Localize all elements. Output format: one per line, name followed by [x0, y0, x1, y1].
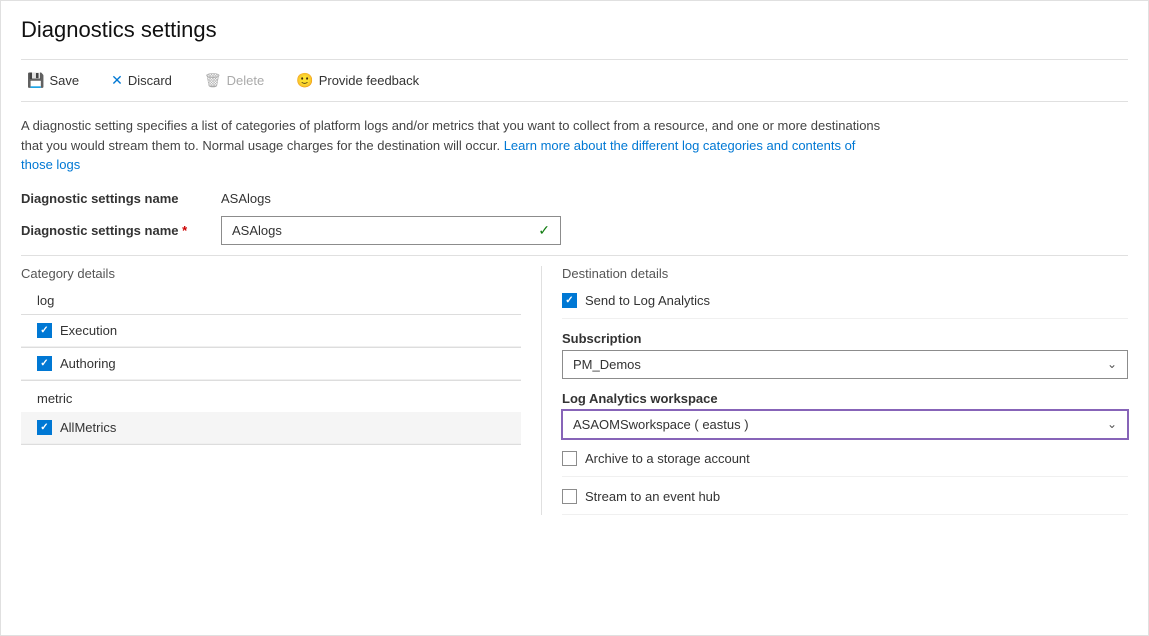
subscription-label: Subscription [562, 331, 1128, 346]
allmetrics-row: ✓ AllMetrics [21, 412, 521, 444]
authoring-check-mark: ✓ [40, 358, 48, 369]
log-analytics-workspace-label: Log Analytics workspace [562, 391, 1128, 406]
subscription-section: Subscription PM_Demos ⌄ [562, 331, 1128, 379]
name-input[interactable]: ASAlogs ✓ [221, 216, 561, 245]
workspace-dropdown-arrow: ⌄ [1107, 417, 1117, 431]
execution-checkbox[interactable]: ✓ [37, 323, 52, 338]
name-readonly-value: ASAlogs [221, 191, 271, 206]
allmetrics-label[interactable]: AllMetrics [60, 420, 116, 435]
delete-icon: 🗑 [204, 72, 222, 89]
name-input-label: Diagnostic settings name [21, 223, 221, 238]
save-label: Save [49, 73, 79, 88]
subscription-dropdown[interactable]: PM_Demos ⌄ [562, 350, 1128, 379]
log-analytics-workspace-section: Log Analytics workspace ASAOMSworkspace … [562, 391, 1128, 439]
category-details-header: Category details [21, 266, 521, 281]
destination-options: ✓ Send to Log Analytics Subscription PM_… [562, 293, 1128, 515]
description-text: A diagnostic setting specifies a list of… [21, 116, 881, 175]
authoring-label[interactable]: Authoring [60, 356, 116, 371]
delete-button[interactable]: 🗑 Delete [198, 68, 270, 93]
archive-to-storage-label[interactable]: Archive to a storage account [585, 451, 750, 466]
destination-details-section: Destination details ✓ Send to Log Analyt… [541, 266, 1128, 515]
valid-check-icon: ✓ [538, 222, 550, 239]
page-title: Diagnostics settings [21, 17, 1128, 43]
toolbar: 💾 Save ✕ Discard 🗑 Delete 🙂 Provide feed… [21, 59, 1128, 102]
allmetrics-check-mark: ✓ [40, 422, 48, 433]
save-button[interactable]: 💾 Save [21, 68, 85, 93]
archive-to-storage-checkbox[interactable] [562, 451, 577, 466]
name-readonly-label: Diagnostic settings name [21, 191, 221, 206]
log-analytics-workspace-value: ASAOMSworkspace ( eastus ) [573, 417, 749, 432]
metric-section-label: metric [37, 391, 521, 406]
feedback-label: Provide feedback [319, 73, 419, 88]
execution-row: ✓ Execution [21, 315, 521, 347]
feedback-icon: 🙂 [296, 72, 313, 89]
stream-to-event-hub-label[interactable]: Stream to an event hub [585, 489, 720, 504]
category-details-section: Category details log ✓ Execution ✓ Autho… [21, 266, 541, 515]
delete-label: Delete [227, 73, 265, 88]
name-input-row: Diagnostic settings name ASAlogs ✓ [21, 216, 1128, 245]
discard-icon: ✕ [111, 72, 123, 89]
log-section-label: log [37, 293, 521, 308]
archive-to-storage-row: Archive to a storage account [562, 451, 1128, 477]
subscription-value: PM_Demos [573, 357, 641, 372]
name-readonly-row: Diagnostic settings name ASAlogs [21, 191, 1128, 206]
authoring-checkbox[interactable]: ✓ [37, 356, 52, 371]
send-to-log-analytics-checkbox[interactable]: ✓ [562, 293, 577, 308]
discard-label: Discard [128, 73, 172, 88]
authoring-divider [21, 380, 521, 381]
stream-to-event-hub-checkbox[interactable] [562, 489, 577, 504]
stream-to-event-hub-row: Stream to an event hub [562, 489, 1128, 515]
log-analytics-workspace-dropdown[interactable]: ASAOMSworkspace ( eastus ) ⌄ [562, 410, 1128, 439]
send-to-log-analytics-row: ✓ Send to Log Analytics [562, 293, 1128, 319]
allmetrics-checkbox[interactable]: ✓ [37, 420, 52, 435]
send-to-log-analytics-label[interactable]: Send to Log Analytics [585, 293, 710, 308]
allmetrics-divider [21, 444, 521, 445]
feedback-button[interactable]: 🙂 Provide feedback [290, 68, 425, 93]
log-analytics-check-mark: ✓ [565, 295, 573, 306]
execution-label[interactable]: Execution [60, 323, 117, 338]
section-divider [21, 255, 1128, 256]
authoring-row: ✓ Authoring [21, 348, 521, 380]
subscription-dropdown-arrow: ⌄ [1107, 357, 1117, 371]
execution-check-mark: ✓ [40, 325, 48, 336]
save-icon: 💾 [27, 72, 44, 89]
two-col-layout: Category details log ✓ Execution ✓ Autho… [21, 266, 1128, 515]
destination-details-header: Destination details [562, 266, 1128, 281]
name-input-value: ASAlogs [232, 223, 282, 238]
discard-button[interactable]: ✕ Discard [105, 68, 178, 93]
diagnostics-settings-page: Diagnostics settings 💾 Save ✕ Discard 🗑 … [0, 0, 1149, 636]
